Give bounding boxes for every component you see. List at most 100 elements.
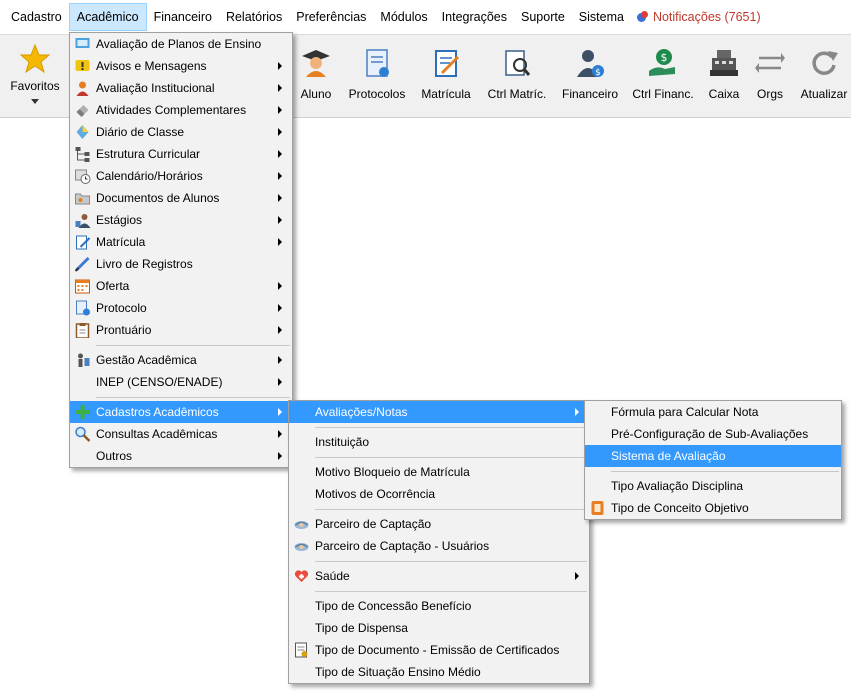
chevron-right-icon [575, 408, 579, 416]
menu-integracoes[interactable]: Integrações [435, 3, 514, 31]
menu-academico[interactable]: Acadêmico [68, 3, 147, 31]
menu-item-avaliacao-institucional[interactable]: Avaliação Institucional [70, 77, 292, 99]
menu-relatorios[interactable]: Relatórios [219, 3, 289, 31]
academico-dropdown: Avaliação de Planos de Ensino Avisos e M… [69, 32, 293, 468]
menu-item-label: Calendário/Horários [96, 169, 203, 183]
menu-financeiro[interactable]: Financeiro [147, 3, 219, 31]
menu-suporte[interactable]: Suporte [514, 3, 572, 31]
menu-item-avaliacao-planos[interactable]: Avaliação de Planos de Ensino [70, 33, 292, 55]
notifications-link[interactable]: Notificações (7651) [631, 10, 761, 24]
avaliacoes-notas-submenu: Fórmula para Calcular Nota Pré-Configura… [584, 400, 842, 520]
diamond-icon [76, 125, 89, 139]
menu-item-label: Cadastros Acadêmicos [96, 405, 219, 419]
menu-item-motivo-bloqueio[interactable]: Motivo Bloqueio de Matrícula [289, 461, 589, 483]
book-icon [591, 501, 604, 515]
cash-register-icon [710, 50, 738, 76]
menu-item-label: Pré-Configuração de Sub-Avaliações [611, 427, 809, 441]
menu-separator [289, 453, 589, 461]
menu-item-parceiro-captacao-usuarios[interactable]: Parceiro de Captação - Usuários [289, 535, 589, 557]
toolbar-atualizar-button[interactable]: Atualizar [796, 35, 851, 119]
menu-item-tipo-avaliacao-disciplina[interactable]: Tipo Avaliação Disciplina [585, 475, 841, 497]
menu-preferencias[interactable]: Preferências [289, 3, 373, 31]
menu-item-label: Estágios [96, 213, 143, 227]
menu-item-estrutura[interactable]: Estrutura Curricular [70, 143, 292, 165]
menu-item-outros[interactable]: Outros [70, 445, 292, 467]
menu-item-avaliacoes-notas[interactable]: Avaliações/Notas [289, 401, 589, 423]
toolbar-matricula-button[interactable]: Matrícula [418, 35, 474, 119]
menu-sistema[interactable]: Sistema [572, 3, 631, 31]
svg-text:$: $ [595, 68, 601, 78]
menu-item-label: Consultas Acadêmicas [96, 427, 218, 441]
menu-item-consultas[interactable]: Consultas Acadêmicas [70, 423, 292, 445]
menu-item-formula-nota[interactable]: Fórmula para Calcular Nota [585, 401, 841, 423]
menu-item-avisos[interactable]: Avisos e Mensagens [70, 55, 292, 77]
menu-item-label: Sistema de Avaliação [611, 449, 726, 463]
eraser-icon [76, 105, 89, 117]
menu-item-tipo-situacao[interactable]: Tipo de Situação Ensino Médio [289, 661, 589, 683]
menu-item-instituicao[interactable]: Instituição [289, 431, 589, 453]
menu-item-protocolo[interactable]: Protocolo [70, 297, 292, 319]
menu-item-label: Motivo Bloqueio de Matrícula [315, 465, 470, 479]
menu-item-label: Tipo Avaliação Disciplina [611, 479, 744, 493]
warning-icon [75, 60, 90, 71]
menu-item-documentos[interactable]: Documentos de Alunos [70, 187, 292, 209]
menu-item-label: Atividades Complementares [96, 103, 247, 117]
menu-cadastro[interactable]: Cadastro [4, 3, 69, 31]
menu-item-estagios[interactable]: Estágios [70, 209, 292, 231]
intern-icon [75, 214, 91, 228]
favorites-button[interactable]: Favoritos [4, 35, 66, 119]
menu-separator [289, 505, 589, 513]
toolbar-protocolos-button[interactable]: Protocolos [344, 35, 410, 119]
menu-item-calendario[interactable]: Calendário/Horários [70, 165, 292, 187]
menu-separator [289, 423, 589, 431]
toolbar-caixa-button[interactable]: Caixa [704, 35, 744, 119]
menu-item-cadastros-academicos[interactable]: Cadastros Acadêmicos [70, 401, 292, 423]
menu-item-label: Oferta [96, 279, 130, 293]
chevron-right-icon [278, 216, 282, 224]
menu-item-pre-configuracao[interactable]: Pré-Configuração de Sub-Avaliações [585, 423, 841, 445]
menu-item-oferta[interactable]: Oferta [70, 275, 292, 297]
chevron-right-icon [278, 408, 282, 416]
menu-separator [70, 393, 292, 401]
toolbar-orgs-button[interactable]: Orgs [750, 35, 790, 119]
menu-item-diario[interactable]: Diário de Classe [70, 121, 292, 143]
toolbar-financeiro-button[interactable]: $ Financeiro [560, 35, 620, 119]
menu-item-label: Avaliação Institucional [96, 81, 215, 95]
enrollment-icon [435, 50, 460, 77]
menu-item-label: Tipo de Documento - Emissão de Certifica… [315, 643, 560, 657]
handshake-icon [294, 543, 309, 551]
menu-item-label: Documentos de Alunos [96, 191, 220, 205]
presentation-icon [75, 38, 90, 48]
menu-item-inep[interactable]: INEP (CENSO/ENADE) [70, 371, 292, 393]
menu-item-matricula[interactable]: Matrícula [70, 231, 292, 253]
menu-item-saude[interactable]: Saúde [289, 565, 589, 587]
favorites-label: Favoritos [10, 79, 60, 93]
menu-item-parceiro-captacao[interactable]: Parceiro de Captação [289, 513, 589, 535]
menu-item-atividades[interactable]: Atividades Complementares [70, 99, 292, 121]
handshake-icon [294, 521, 309, 529]
toolbar-aluno-button[interactable]: Aluno [296, 35, 336, 119]
toolbar-ctrl-matric-label: Ctrl Matríc. [487, 87, 547, 101]
menu-item-livro[interactable]: Livro de Registros [70, 253, 292, 275]
chevron-right-icon [278, 452, 282, 460]
menu-item-prontuario[interactable]: Prontuário [70, 319, 292, 341]
menu-item-tipo-dispensa[interactable]: Tipo de Dispensa [289, 617, 589, 639]
chevron-right-icon [278, 326, 282, 334]
menu-item-label: Avaliação de Planos de Ensino [96, 37, 262, 51]
toolbar-ctrl-matric-button[interactable]: Ctrl Matríc. [484, 35, 550, 119]
menu-item-motivos-ocorrencia[interactable]: Motivos de Ocorrência [289, 483, 589, 505]
clipboard-icon [75, 323, 90, 338]
chevron-right-icon [278, 106, 282, 114]
certificate-icon [295, 642, 308, 658]
chevron-right-icon [278, 128, 282, 136]
chevron-right-icon [278, 282, 282, 290]
menu-item-tipo-conceito-objetivo[interactable]: Tipo de Conceito Objetivo [585, 497, 841, 519]
menu-item-label: Tipo de Situação Ensino Médio [315, 665, 481, 679]
menu-item-gestao[interactable]: Gestão Acadêmica [70, 349, 292, 371]
menu-item-tipo-concessao[interactable]: Tipo de Concessão Benefício [289, 595, 589, 617]
menu-item-sistema-avaliacao[interactable]: Sistema de Avaliação [585, 445, 841, 467]
menu-item-tipo-documento[interactable]: Tipo de Documento - Emissão de Certifica… [289, 639, 589, 661]
enrollment-control-icon [505, 50, 531, 76]
toolbar-ctrl-financ-button[interactable]: $ Ctrl Financ. [628, 35, 698, 119]
menu-modulos[interactable]: Módulos [373, 3, 434, 31]
